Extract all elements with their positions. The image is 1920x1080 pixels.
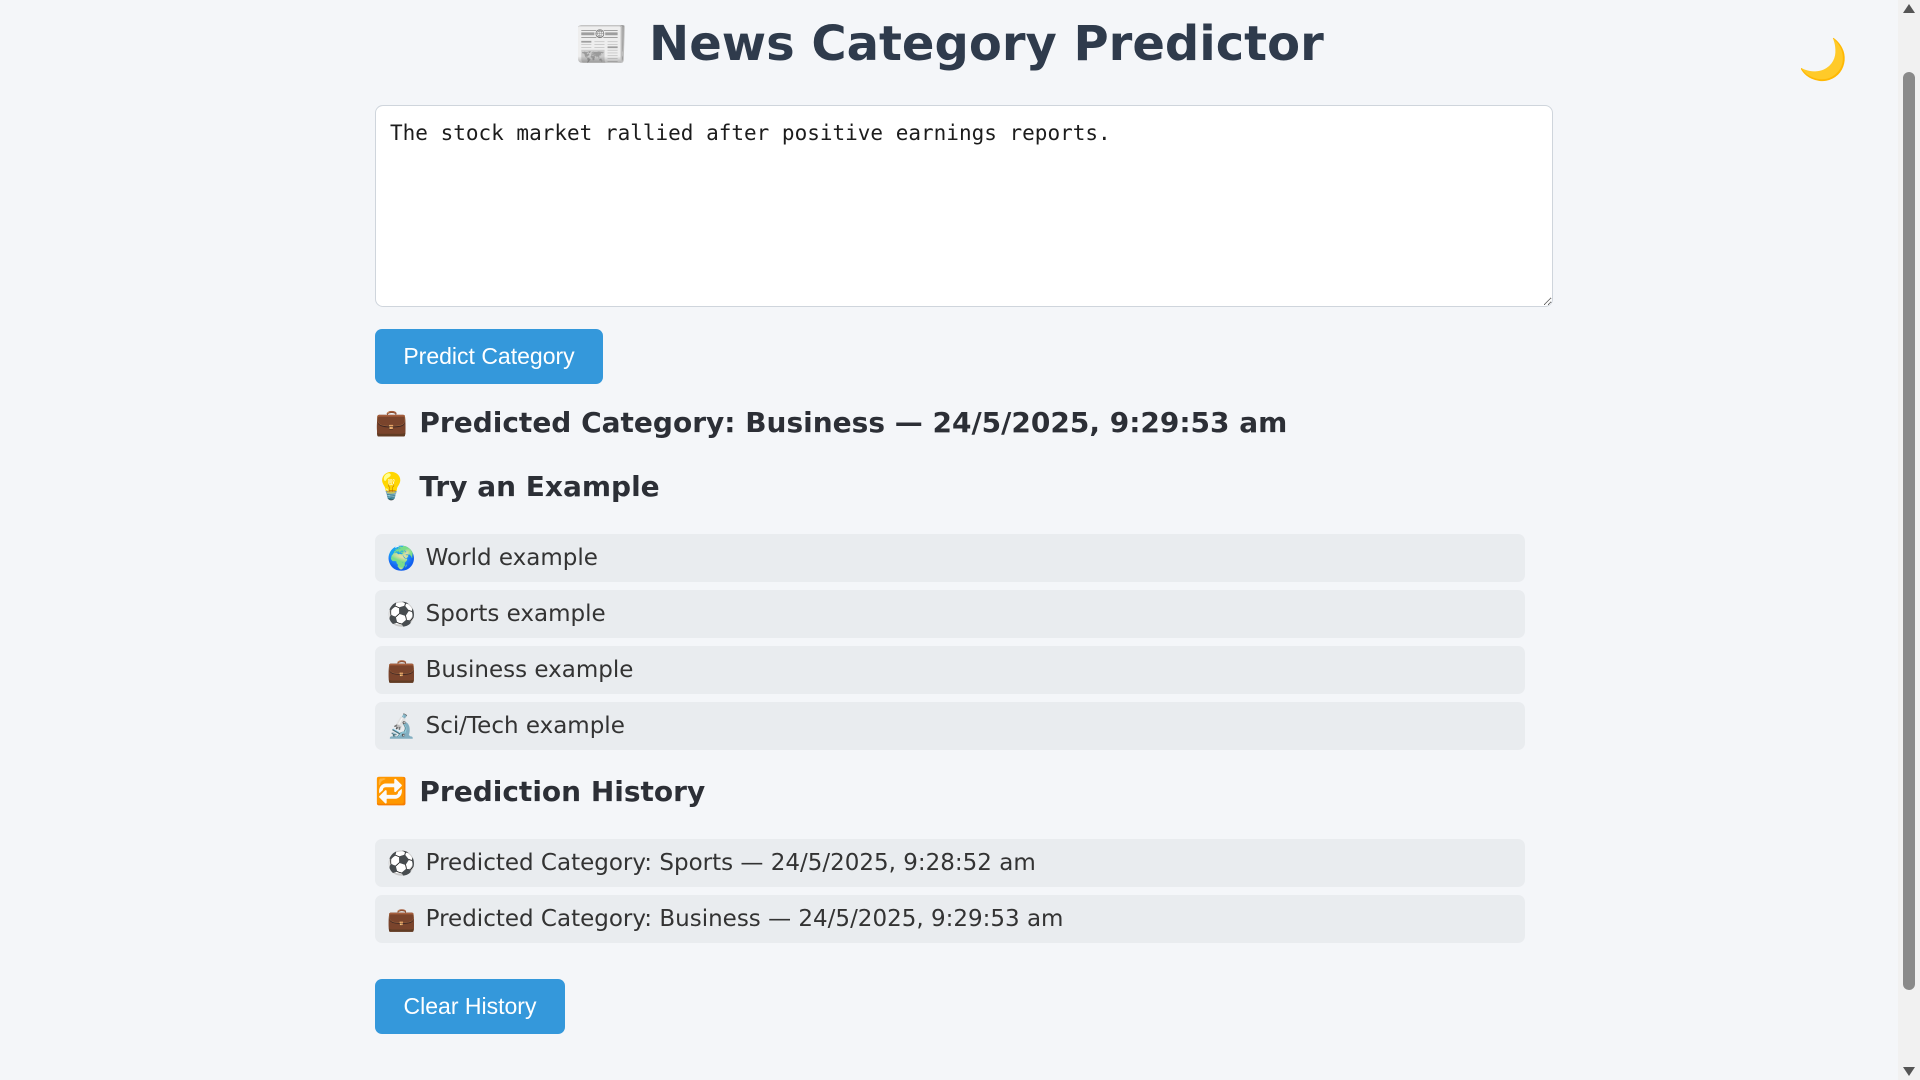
example-label: World example [425,545,598,571]
examples-heading-text: Try an Example [419,470,660,503]
globe-icon: 🌍 [387,545,416,572]
history-heading-text: Prediction History [419,775,706,808]
example-scitech[interactable]: 🔬 Sci/Tech example [375,702,1525,750]
scroll-up-arrow-icon[interactable] [1903,4,1915,13]
page-title: News Category Predictor [649,16,1324,72]
history-list: ⚽ Predicted Category: Sports — 24/5/2025… [375,839,1525,951]
example-sports[interactable]: ⚽ Sports example [375,590,1525,638]
lightbulb-icon: 💡 [375,471,408,502]
microscope-icon: 🔬 [387,713,416,740]
briefcase-icon: 💼 [387,657,416,684]
example-label: Business example [425,657,634,683]
vertical-scrollbar[interactable] [1898,0,1920,1080]
clear-history-button[interactable]: Clear History [375,979,565,1034]
soccer-ball-icon: ⚽ [387,850,416,877]
history-item: 💼 Predicted Category: Business — 24/5/20… [375,895,1525,943]
header: 📰 News Category Predictor [0,16,1898,72]
newspaper-icon: 📰 [574,19,630,70]
history-heading: 🔁 Prediction History [375,775,705,808]
scroll-down-arrow-icon[interactable] [1903,1067,1915,1076]
example-label: Sports example [425,601,606,627]
example-business[interactable]: 💼 Business example [375,646,1525,694]
history-item-text: Predicted Category: Business — 24/5/2025… [425,906,1064,932]
history-item-text: Predicted Category: Sports — 24/5/2025, … [425,850,1036,876]
repeat-icon: 🔁 [375,776,408,807]
scroll-thumb[interactable] [1903,72,1915,990]
briefcase-icon: 💼 [375,407,408,438]
example-label: Sci/Tech example [425,713,625,739]
examples-list: 🌍 World example ⚽ Sports example 💼 Busin… [375,534,1525,758]
app-page: 📰 News Category Predictor 🌙 Predict Cate… [0,0,1898,1080]
prediction-result: 💼 Predicted Category: Business — 24/5/20… [375,406,1287,439]
history-item: ⚽ Predicted Category: Sports — 24/5/2025… [375,839,1525,887]
news-text-input[interactable] [375,105,1553,307]
example-world[interactable]: 🌍 World example [375,534,1525,582]
predict-category-button[interactable]: Predict Category [375,329,603,384]
prediction-result-text: Predicted Category: Business — 24/5/2025… [419,406,1288,439]
examples-heading: 💡 Try an Example [375,470,660,503]
briefcase-icon: 💼 [387,906,416,933]
theme-toggle-moon-icon[interactable]: 🌙 [1798,36,1848,83]
soccer-ball-icon: ⚽ [387,601,416,628]
